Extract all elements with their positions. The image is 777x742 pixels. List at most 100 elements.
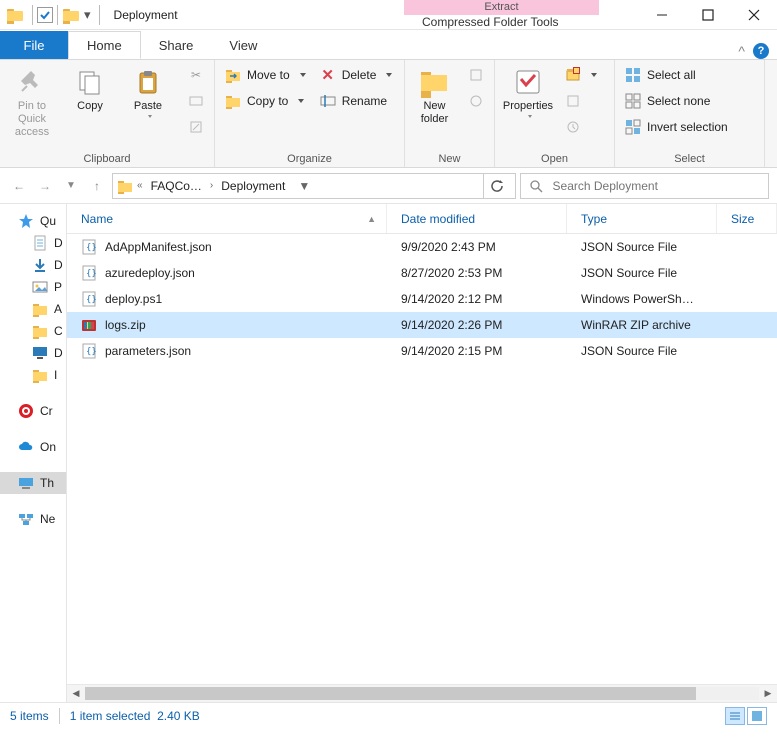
search-box[interactable] xyxy=(520,173,769,199)
qat-overflow-icon[interactable]: ▾ xyxy=(80,7,95,23)
properties-button[interactable]: Properties xyxy=(501,64,555,118)
rename-button[interactable]: Rename xyxy=(316,90,397,112)
column-date[interactable]: Date modified xyxy=(387,204,567,233)
open-group: Properties Open xyxy=(495,60,615,167)
details-view-button[interactable] xyxy=(725,707,745,725)
copy-to-button[interactable]: Copy to xyxy=(221,90,310,112)
navigation-row: ← → ▼ ↑ « FAQCo… › Deployment ▼ xyxy=(0,168,777,204)
navigation-pane[interactable]: QuDDPACDICrOnThNe xyxy=(0,204,67,702)
quick-access-toolbar: ▾ xyxy=(0,0,106,29)
column-type[interactable]: Type xyxy=(567,204,717,233)
maximize-button[interactable] xyxy=(685,0,731,29)
file-row[interactable]: {}AdAppManifest.json9/9/2020 2:43 PMJSON… xyxy=(67,234,777,260)
sidebar-item[interactable]: D xyxy=(0,254,66,276)
easy-access-button[interactable] xyxy=(464,90,488,112)
address-dropdown-icon[interactable]: ▼ xyxy=(293,174,315,198)
new-group: New folder New xyxy=(405,60,495,167)
refresh-button[interactable] xyxy=(483,174,511,198)
chevron-right-icon[interactable]: « xyxy=(137,180,143,191)
open-button[interactable] xyxy=(561,64,601,86)
back-button[interactable]: ← xyxy=(8,175,30,197)
invert-selection-button[interactable]: Invert selection xyxy=(621,116,732,138)
help-icon[interactable]: ? xyxy=(753,43,769,59)
delete-button[interactable]: ✕ Delete xyxy=(316,64,397,86)
sidebar-item-label: C xyxy=(54,324,63,338)
address-folder-icon xyxy=(117,178,133,194)
sidebar-item-label: D xyxy=(54,258,63,272)
sidebar-item-label: Th xyxy=(40,476,54,490)
sidebar-icon xyxy=(32,323,48,339)
sidebar-item[interactable]: A xyxy=(0,298,66,320)
status-selection: 1 item selected 2.40 KB xyxy=(70,709,200,723)
select-all-button[interactable]: Select all xyxy=(621,64,732,86)
copy-button[interactable]: Copy xyxy=(64,64,116,113)
copy-path-button[interactable] xyxy=(184,90,208,112)
cut-button[interactable]: ✂ xyxy=(184,64,208,86)
sidebar-item[interactable]: C xyxy=(0,320,66,342)
collapse-ribbon-icon[interactable]: ^ xyxy=(738,43,745,59)
horizontal-scrollbar[interactable]: ◀ ▶ xyxy=(67,684,777,702)
contextual-tab-label[interactable]: Compressed Folder Tools xyxy=(404,15,599,30)
history-button[interactable] xyxy=(561,116,601,138)
forward-button[interactable]: → xyxy=(34,175,56,197)
svg-text:{}: {} xyxy=(86,347,97,357)
pin-to-quick-access-button[interactable]: Pin to Quick access xyxy=(6,64,58,139)
sidebar-item-label: On xyxy=(40,440,56,454)
sidebar-item[interactable]: Ne xyxy=(0,508,66,530)
sidebar-item[interactable]: P xyxy=(0,276,66,298)
recent-locations-button[interactable]: ▼ xyxy=(60,175,82,197)
status-bar: 5 items 1 item selected 2.40 KB xyxy=(0,702,777,728)
qat-checkbox-icon[interactable] xyxy=(37,7,53,23)
copy-icon xyxy=(74,66,106,98)
search-input[interactable] xyxy=(551,178,760,194)
qat-folder-icon[interactable] xyxy=(62,6,80,24)
path-icon xyxy=(188,93,204,109)
file-row[interactable]: {}parameters.json9/14/2020 2:15 PMJSON S… xyxy=(67,338,777,364)
sidebar-item[interactable]: Cr xyxy=(0,400,66,422)
scroll-left-icon[interactable]: ◀ xyxy=(67,685,85,702)
large-icons-view-button[interactable] xyxy=(747,707,767,725)
chevron-right-icon[interactable]: › xyxy=(210,180,213,191)
file-tab[interactable]: File xyxy=(0,31,68,59)
sidebar-item[interactable]: D xyxy=(0,232,66,254)
new-folder-button[interactable]: New folder xyxy=(411,64,458,126)
paste-shortcut-button[interactable] xyxy=(184,116,208,138)
contextual-tab-group: Extract Compressed Folder Tools xyxy=(404,0,599,29)
sidebar-item[interactable]: I xyxy=(0,364,66,386)
column-name[interactable]: Name▲ xyxy=(67,204,387,233)
select-none-button[interactable]: Select none xyxy=(621,90,732,112)
new-item-button[interactable] xyxy=(464,64,488,86)
scroll-right-icon[interactable]: ▶ xyxy=(759,685,777,702)
sidebar-icon xyxy=(32,235,48,251)
breadcrumb-deployment[interactable]: Deployment xyxy=(217,179,289,193)
move-to-button[interactable]: Move to xyxy=(221,64,310,86)
svg-text:{}: {} xyxy=(86,243,97,253)
scroll-thumb[interactable] xyxy=(85,687,696,700)
paste-button[interactable]: Paste xyxy=(122,64,174,118)
address-bar[interactable]: « FAQCo… › Deployment ▼ xyxy=(112,173,516,199)
share-tab[interactable]: Share xyxy=(141,31,212,59)
breadcrumb-faqco[interactable]: FAQCo… xyxy=(147,179,206,193)
contextual-tab-header: Extract xyxy=(404,0,599,15)
search-icon xyxy=(529,179,543,193)
column-size[interactable]: Size xyxy=(717,204,777,233)
sidebar-item[interactable]: D xyxy=(0,342,66,364)
file-row[interactable]: {}azuredeploy.json8/27/2020 2:53 PMJSON … xyxy=(67,260,777,286)
file-row[interactable]: {}deploy.ps19/14/2020 2:12 PMWindows Pow… xyxy=(67,286,777,312)
sidebar-icon xyxy=(18,475,34,491)
window-title: Deployment xyxy=(106,0,178,29)
minimize-button[interactable] xyxy=(639,0,685,29)
up-button[interactable]: ↑ xyxy=(86,175,108,197)
close-button[interactable] xyxy=(731,0,777,29)
file-row[interactable]: logs.zip9/14/2020 2:26 PMWinRAR ZIP arch… xyxy=(67,312,777,338)
status-item-count: 5 items xyxy=(10,709,49,723)
home-tab[interactable]: Home xyxy=(68,31,141,59)
sidebar-item[interactable]: Qu xyxy=(0,210,66,232)
sidebar-item-label: Qu xyxy=(40,214,56,228)
sidebar-item[interactable]: Th xyxy=(0,472,66,494)
easy-access-icon xyxy=(468,93,484,109)
file-name: logs.zip xyxy=(105,318,146,332)
view-tab[interactable]: View xyxy=(211,31,275,59)
sidebar-item[interactable]: On xyxy=(0,436,66,458)
edit-button[interactable] xyxy=(561,90,601,112)
